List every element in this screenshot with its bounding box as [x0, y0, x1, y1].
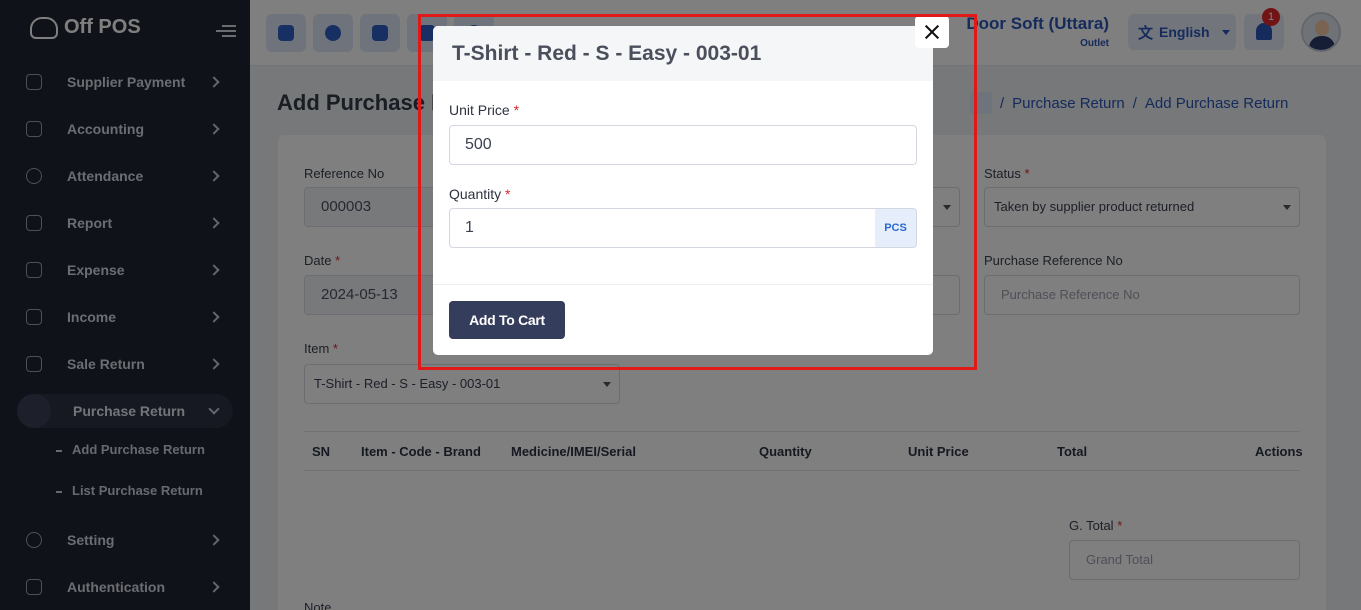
highlight-box — [418, 14, 977, 370]
